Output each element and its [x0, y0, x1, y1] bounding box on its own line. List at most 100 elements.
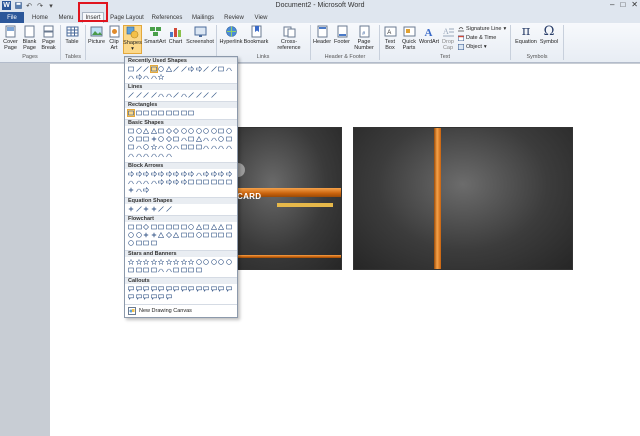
shape-circ-icon[interactable]: [218, 136, 224, 142]
shape-star-icon[interactable]: [158, 74, 164, 80]
shapes-button[interactable]: Shapes ▾: [123, 25, 142, 54]
shape-curve-icon[interactable]: [135, 152, 142, 158]
shape-plus-icon[interactable]: [128, 187, 134, 193]
footer-button[interactable]: Footer: [333, 25, 351, 45]
shape-curve-icon[interactable]: [158, 144, 164, 150]
shape-arrow-icon[interactable]: [180, 179, 187, 185]
shape-circ-icon[interactable]: [210, 259, 217, 265]
shape-line-icon[interactable]: [195, 92, 202, 98]
shape-curve-icon[interactable]: [135, 187, 142, 193]
shape-circ-icon[interactable]: [210, 128, 217, 134]
shape-curve-icon[interactable]: [150, 74, 157, 80]
shape-curve-icon[interactable]: [165, 267, 172, 273]
shape-line-icon[interactable]: [210, 66, 217, 72]
drop-cap-button[interactable]: A Drop Cap: [440, 25, 456, 51]
shape-rect-icon[interactable]: [225, 232, 232, 238]
shape-curve-icon[interactable]: [143, 152, 149, 158]
business-card-back[interactable]: [353, 127, 573, 270]
shape-rect-icon[interactable]: [180, 110, 187, 116]
shape-circ-icon[interactable]: [180, 128, 187, 134]
shape-arrow-icon[interactable]: [128, 171, 134, 177]
shape-rect-icon[interactable]: [158, 128, 164, 134]
shape-circ-icon[interactable]: [128, 232, 134, 238]
shape-plus-icon[interactable]: [143, 206, 149, 212]
shape-callout-icon[interactable]: [173, 286, 179, 292]
shape-circ-icon[interactable]: [158, 136, 164, 142]
shape-curve-icon[interactable]: [210, 136, 217, 142]
hyperlink-button[interactable]: Hyperlink: [219, 25, 243, 45]
shape-tri-icon[interactable]: [210, 224, 217, 230]
shape-plus-icon[interactable]: [151, 232, 157, 238]
shape-curve-icon[interactable]: [135, 179, 142, 185]
shape-circ-icon[interactable]: [158, 66, 164, 72]
shape-arrow-icon[interactable]: [158, 179, 164, 185]
shape-circ-icon[interactable]: [188, 224, 194, 230]
shape-circ-icon[interactable]: [135, 128, 142, 134]
shape-callout-icon[interactable]: [158, 294, 164, 300]
shape-rect-icon[interactable]: [135, 224, 142, 230]
shape-curve-icon[interactable]: [225, 144, 232, 150]
shape-curve-icon[interactable]: [150, 179, 157, 185]
blank-page-button[interactable]: Blank Page: [22, 25, 37, 51]
shape-line-icon[interactable]: [135, 92, 142, 98]
shape-star-icon[interactable]: [180, 259, 187, 265]
maximize-button[interactable]: □: [620, 0, 625, 9]
shape-dia-icon[interactable]: [165, 232, 172, 238]
shape-rect-icon[interactable]: [180, 224, 187, 230]
picture-button[interactable]: Picture: [88, 25, 105, 45]
shape-curve-icon[interactable]: [195, 171, 202, 177]
shape-rect-icon[interactable]: [135, 240, 142, 246]
shape-rect-icon[interactable]: [143, 267, 149, 273]
shape-callout-icon[interactable]: [158, 286, 164, 292]
shape-arrow-icon[interactable]: [135, 74, 142, 80]
shape-rect-icon[interactable]: [128, 128, 134, 134]
shape-callout-icon[interactable]: [128, 286, 134, 292]
shape-rect-icon[interactable]: [150, 224, 157, 230]
shape-arrow-icon[interactable]: [143, 187, 149, 193]
shape-circ-icon[interactable]: [225, 128, 232, 134]
cross-reference-button[interactable]: Cross-reference: [270, 25, 308, 51]
shape-curve-icon[interactable]: [165, 92, 172, 98]
shape-curve-icon[interactable]: [128, 179, 134, 185]
shape-star-icon[interactable]: [188, 259, 194, 265]
shape-rect-icon[interactable]: [218, 66, 224, 72]
shape-rect-icon[interactable]: [203, 232, 209, 238]
table-button[interactable]: Table: [64, 25, 80, 45]
shape-rect-icon[interactable]: [128, 144, 134, 150]
close-button[interactable]: ✕: [631, 0, 638, 9]
new-drawing-canvas-item[interactable]: New Drawing Canvas: [125, 304, 237, 317]
shape-curve-icon[interactable]: [158, 92, 164, 98]
shape-callout-icon[interactable]: [150, 294, 157, 300]
shape-callout-icon[interactable]: [225, 286, 232, 292]
shape-callout-icon[interactable]: [188, 286, 194, 292]
tab-view[interactable]: View: [252, 12, 270, 23]
signature-line-button[interactable]: Signature Line ▾: [458, 26, 506, 32]
shape-rect-icon[interactable]: [128, 267, 134, 273]
shape-circ-icon[interactable]: [135, 232, 142, 238]
shape-plus-icon[interactable]: [151, 136, 157, 142]
shape-circ-icon[interactable]: [143, 144, 149, 150]
shape-line-icon[interactable]: [143, 92, 149, 98]
tab-references[interactable]: References: [150, 12, 184, 23]
shape-line-icon[interactable]: [203, 92, 209, 98]
tab-file[interactable]: File: [0, 12, 24, 23]
shape-rect-icon[interactable]: [188, 144, 194, 150]
shape-arrow-icon[interactable]: [173, 179, 179, 185]
shape-circ-icon[interactable]: [225, 259, 232, 265]
shape-rect-icon[interactable]: [180, 267, 187, 273]
shape-rect-icon[interactable]: [165, 110, 172, 116]
shape-tri-icon[interactable]: [173, 232, 179, 238]
tab-menu[interactable]: Menu: [56, 12, 76, 23]
shape-circ-icon[interactable]: [195, 128, 202, 134]
shape-tri-icon[interactable]: [218, 224, 224, 230]
shape-rect-icon[interactable]: [143, 136, 149, 142]
shape-callout-icon[interactable]: [180, 286, 187, 292]
shape-curve-icon[interactable]: [210, 144, 217, 150]
shape-rect-icon[interactable]: [210, 179, 217, 185]
equation-button[interactable]: π Equation: [514, 25, 538, 45]
shape-circ-icon[interactable]: [203, 128, 209, 134]
shape-curve-icon[interactable]: [128, 152, 134, 158]
shape-line-icon[interactable]: [173, 66, 179, 72]
shape-rect-icon[interactable]: [203, 179, 209, 185]
shape-curve-icon[interactable]: [165, 152, 172, 158]
